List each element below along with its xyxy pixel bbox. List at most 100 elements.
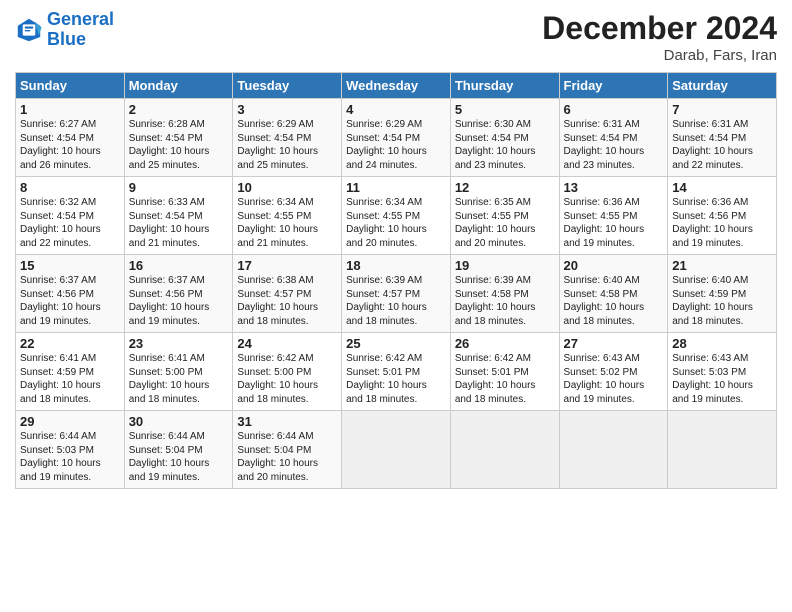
header-day-sunday: Sunday	[16, 73, 125, 99]
day-number: 13	[564, 180, 664, 195]
day-number: 25	[346, 336, 446, 351]
subtitle: Darab, Fars, Iran	[542, 47, 777, 64]
page: General Blue December 2024 Darab, Fars, …	[0, 0, 792, 612]
logo: General Blue	[15, 10, 114, 50]
day-number: 4	[346, 102, 446, 117]
logo-blue: Blue	[47, 29, 86, 49]
day-number: 21	[672, 258, 772, 273]
day-info: Sunrise: 6:42 AMSunset: 5:00 PMDaylight:…	[237, 353, 318, 405]
day-info: Sunrise: 6:35 AMSunset: 4:55 PMDaylight:…	[455, 197, 536, 249]
day-cell: 8 Sunrise: 6:32 AMSunset: 4:54 PMDayligh…	[16, 177, 125, 255]
day-number: 23	[129, 336, 229, 351]
main-title: December 2024	[542, 10, 777, 47]
day-info: Sunrise: 6:44 AMSunset: 5:03 PMDaylight:…	[20, 431, 101, 483]
week-row-4: 22 Sunrise: 6:41 AMSunset: 4:59 PMDaylig…	[16, 333, 777, 411]
day-number: 19	[455, 258, 555, 273]
day-info: Sunrise: 6:43 AMSunset: 5:02 PMDaylight:…	[564, 353, 645, 405]
day-cell: 5 Sunrise: 6:30 AMSunset: 4:54 PMDayligh…	[450, 99, 559, 177]
day-number: 2	[129, 102, 229, 117]
day-number: 11	[346, 180, 446, 195]
header-row: SundayMondayTuesdayWednesdayThursdayFrid…	[16, 73, 777, 99]
day-cell: 17 Sunrise: 6:38 AMSunset: 4:57 PMDaylig…	[233, 255, 342, 333]
day-cell	[559, 411, 668, 489]
day-cell: 15 Sunrise: 6:37 AMSunset: 4:56 PMDaylig…	[16, 255, 125, 333]
header-day-friday: Friday	[559, 73, 668, 99]
day-number: 12	[455, 180, 555, 195]
day-info: Sunrise: 6:41 AMSunset: 5:00 PMDaylight:…	[129, 353, 210, 405]
day-info: Sunrise: 6:42 AMSunset: 5:01 PMDaylight:…	[455, 353, 536, 405]
week-row-2: 8 Sunrise: 6:32 AMSunset: 4:54 PMDayligh…	[16, 177, 777, 255]
header: General Blue December 2024 Darab, Fars, …	[15, 10, 777, 64]
day-cell: 29 Sunrise: 6:44 AMSunset: 5:03 PMDaylig…	[16, 411, 125, 489]
day-number: 1	[20, 102, 120, 117]
day-info: Sunrise: 6:30 AMSunset: 4:54 PMDaylight:…	[455, 119, 536, 171]
day-cell: 28 Sunrise: 6:43 AMSunset: 5:03 PMDaylig…	[668, 333, 777, 411]
day-number: 15	[20, 258, 120, 273]
day-number: 14	[672, 180, 772, 195]
day-cell: 1 Sunrise: 6:27 AMSunset: 4:54 PMDayligh…	[16, 99, 125, 177]
day-info: Sunrise: 6:41 AMSunset: 4:59 PMDaylight:…	[20, 353, 101, 405]
day-cell: 30 Sunrise: 6:44 AMSunset: 5:04 PMDaylig…	[124, 411, 233, 489]
day-number: 29	[20, 414, 120, 429]
day-cell: 26 Sunrise: 6:42 AMSunset: 5:01 PMDaylig…	[450, 333, 559, 411]
week-row-5: 29 Sunrise: 6:44 AMSunset: 5:03 PMDaylig…	[16, 411, 777, 489]
day-cell: 16 Sunrise: 6:37 AMSunset: 4:56 PMDaylig…	[124, 255, 233, 333]
day-number: 20	[564, 258, 664, 273]
day-cell: 20 Sunrise: 6:40 AMSunset: 4:58 PMDaylig…	[559, 255, 668, 333]
day-number: 31	[237, 414, 337, 429]
logo-icon	[15, 16, 43, 44]
header-day-monday: Monday	[124, 73, 233, 99]
day-cell: 14 Sunrise: 6:36 AMSunset: 4:56 PMDaylig…	[668, 177, 777, 255]
calendar-table: SundayMondayTuesdayWednesdayThursdayFrid…	[15, 72, 777, 489]
day-info: Sunrise: 6:44 AMSunset: 5:04 PMDaylight:…	[237, 431, 318, 483]
day-cell: 12 Sunrise: 6:35 AMSunset: 4:55 PMDaylig…	[450, 177, 559, 255]
day-cell: 3 Sunrise: 6:29 AMSunset: 4:54 PMDayligh…	[233, 99, 342, 177]
day-info: Sunrise: 6:34 AMSunset: 4:55 PMDaylight:…	[346, 197, 427, 249]
week-row-1: 1 Sunrise: 6:27 AMSunset: 4:54 PMDayligh…	[16, 99, 777, 177]
day-cell: 31 Sunrise: 6:44 AMSunset: 5:04 PMDaylig…	[233, 411, 342, 489]
day-number: 8	[20, 180, 120, 195]
day-cell: 27 Sunrise: 6:43 AMSunset: 5:02 PMDaylig…	[559, 333, 668, 411]
day-cell: 9 Sunrise: 6:33 AMSunset: 4:54 PMDayligh…	[124, 177, 233, 255]
day-number: 28	[672, 336, 772, 351]
header-day-saturday: Saturday	[668, 73, 777, 99]
day-info: Sunrise: 6:33 AMSunset: 4:54 PMDaylight:…	[129, 197, 210, 249]
day-number: 26	[455, 336, 555, 351]
day-info: Sunrise: 6:40 AMSunset: 4:58 PMDaylight:…	[564, 275, 645, 327]
day-cell: 10 Sunrise: 6:34 AMSunset: 4:55 PMDaylig…	[233, 177, 342, 255]
day-cell: 19 Sunrise: 6:39 AMSunset: 4:58 PMDaylig…	[450, 255, 559, 333]
header-day-wednesday: Wednesday	[342, 73, 451, 99]
day-info: Sunrise: 6:42 AMSunset: 5:01 PMDaylight:…	[346, 353, 427, 405]
day-number: 27	[564, 336, 664, 351]
day-number: 18	[346, 258, 446, 273]
day-info: Sunrise: 6:38 AMSunset: 4:57 PMDaylight:…	[237, 275, 318, 327]
day-cell: 7 Sunrise: 6:31 AMSunset: 4:54 PMDayligh…	[668, 99, 777, 177]
day-info: Sunrise: 6:39 AMSunset: 4:57 PMDaylight:…	[346, 275, 427, 327]
day-number: 9	[129, 180, 229, 195]
day-cell: 13 Sunrise: 6:36 AMSunset: 4:55 PMDaylig…	[559, 177, 668, 255]
day-number: 24	[237, 336, 337, 351]
header-day-tuesday: Tuesday	[233, 73, 342, 99]
day-number: 22	[20, 336, 120, 351]
day-cell: 4 Sunrise: 6:29 AMSunset: 4:54 PMDayligh…	[342, 99, 451, 177]
title-block: December 2024 Darab, Fars, Iran	[542, 10, 777, 64]
day-cell: 24 Sunrise: 6:42 AMSunset: 5:00 PMDaylig…	[233, 333, 342, 411]
logo-general: General	[47, 9, 114, 29]
day-info: Sunrise: 6:36 AMSunset: 4:55 PMDaylight:…	[564, 197, 645, 249]
day-cell: 21 Sunrise: 6:40 AMSunset: 4:59 PMDaylig…	[668, 255, 777, 333]
day-info: Sunrise: 6:39 AMSunset: 4:58 PMDaylight:…	[455, 275, 536, 327]
day-info: Sunrise: 6:37 AMSunset: 4:56 PMDaylight:…	[20, 275, 101, 327]
day-number: 7	[672, 102, 772, 117]
day-number: 10	[237, 180, 337, 195]
header-day-thursday: Thursday	[450, 73, 559, 99]
day-info: Sunrise: 6:29 AMSunset: 4:54 PMDaylight:…	[346, 119, 427, 171]
day-info: Sunrise: 6:44 AMSunset: 5:04 PMDaylight:…	[129, 431, 210, 483]
day-cell: 6 Sunrise: 6:31 AMSunset: 4:54 PMDayligh…	[559, 99, 668, 177]
day-info: Sunrise: 6:27 AMSunset: 4:54 PMDaylight:…	[20, 119, 101, 171]
day-number: 5	[455, 102, 555, 117]
day-info: Sunrise: 6:31 AMSunset: 4:54 PMDaylight:…	[672, 119, 753, 171]
day-cell: 23 Sunrise: 6:41 AMSunset: 5:00 PMDaylig…	[124, 333, 233, 411]
day-cell: 18 Sunrise: 6:39 AMSunset: 4:57 PMDaylig…	[342, 255, 451, 333]
day-number: 17	[237, 258, 337, 273]
day-cell	[450, 411, 559, 489]
